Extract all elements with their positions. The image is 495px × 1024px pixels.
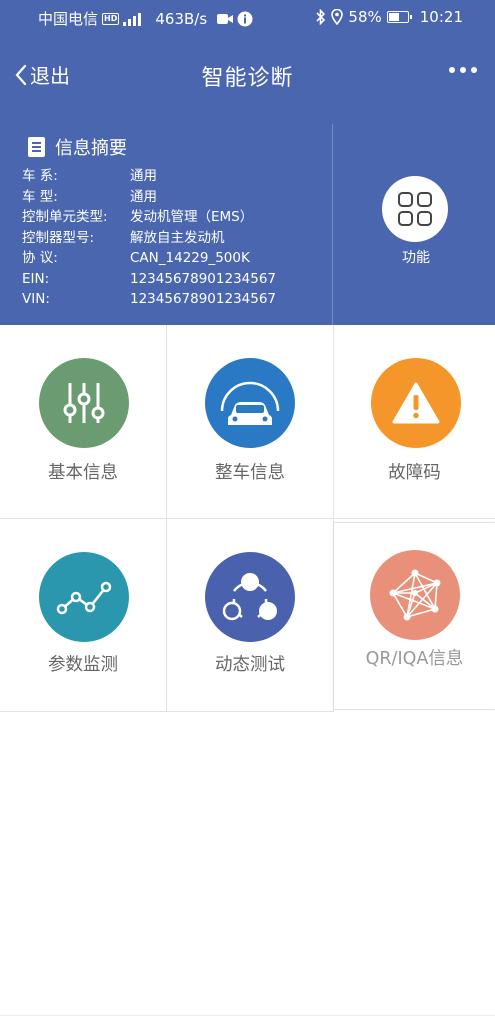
page-title: 智能诊断 [201,66,294,91]
summary-header: 信息摘要 [22,134,332,160]
nav-bar: 退出 智能诊断 [0,50,495,98]
summary-key: VIN: [22,291,50,307]
tile-label: QR/IQA信息 [365,649,464,669]
carrier-name: 中国电信 [38,10,99,28]
tile-basic-info[interactable]: 基本信息 [0,325,167,519]
summary-row: 控制器型号: 解放自主发动机 [22,228,332,249]
share-nodes-icon [205,552,295,642]
summary-row: 控制单元类型: 发动机管理（EMS） [22,207,332,228]
tile-parameter-monitor[interactable]: 参数监测 [0,519,167,712]
summary-key: EIN: [22,270,50,287]
clock: 10:21 [419,8,463,26]
status-bar: 中国电信 HD 463B/s 58% 10:21 [0,0,495,34]
network-mesh-icon [370,550,460,640]
header-panel: 中国电信 HD 463B/s 58% 10:21 退出 智能诊断 信息摘要 车 … [0,0,495,325]
network-speed: 463B/s [155,9,208,28]
tile-dynamic-test[interactable]: 动态测试 [167,519,334,712]
summary-value: 通用 [130,168,157,184]
bottom-divider [0,1015,495,1016]
summary-row: 车 型: 通用 [22,187,332,208]
tile-label: 整车信息 [215,463,285,483]
tile-label: 故障码 [388,463,441,483]
summary-value: 12345678901234567 [130,270,277,287]
tile-qr-iqa-info[interactable]: QR/IQA信息 [334,522,495,710]
summary-value: CAN_14229_500K [130,250,250,266]
tile-vehicle-info[interactable]: 整车信息 [167,325,334,519]
bluetooth-icon [316,9,326,25]
tile-label: 参数监测 [48,655,118,675]
summary-key: 协 议: [22,250,58,266]
summary-key: 车 型: [22,188,58,205]
info-icon [237,11,253,27]
summary-title: 信息摘要 [55,138,127,159]
tile-label: 基本信息 [48,463,118,483]
summary-row: 协 议: CAN_14229_500K [22,248,332,269]
summary-key: 控制单元类型: [22,209,108,225]
grid-apps-icon [382,176,448,242]
document-icon [28,137,45,157]
video-icon [217,13,234,25]
tile-label: 动态测试 [215,655,285,675]
summary-key: 控制器型号: [22,229,95,246]
function-label: 功能 [402,250,430,266]
summary-row: EIN: 12345678901234567 [22,269,332,290]
function-grid: 基本信息 整车信息 故障码 参数监测 动态测试 QR/IQA信息 [0,325,495,712]
summary-value: 通用 [130,188,157,205]
info-summary: 信息摘要 车 系: 通用 车 型: 通用 控制单元类型: 发动机管理（EMS） … [22,134,332,310]
status-right: 58% 10:21 [316,8,463,26]
summary-key: 车 系: [22,168,58,184]
divider [332,124,333,325]
tile-fault-codes[interactable]: 故障码 [334,325,495,519]
sliders-icon [39,358,129,448]
summary-row: 车 系: 通用 [22,166,332,187]
line-trend-icon [39,552,129,642]
summary-value: 解放自主发动机 [130,229,225,246]
summary-value: 发动机管理（EMS） [130,209,254,225]
battery-percent: 58% [348,8,382,26]
warning-icon [371,358,461,448]
car-icon [205,358,295,448]
function-button[interactable]: 功能 [382,176,450,267]
more-menu-icon[interactable] [449,67,477,73]
hd-badge: HD [102,12,120,25]
summary-value: 12345678901234567 [130,291,277,307]
signal-icon [123,12,145,26]
summary-row: VIN: 12345678901234567 [22,289,332,310]
location-icon [331,9,344,25]
status-left: 中国电信 HD 463B/s [38,8,253,29]
battery-icon [386,11,412,23]
